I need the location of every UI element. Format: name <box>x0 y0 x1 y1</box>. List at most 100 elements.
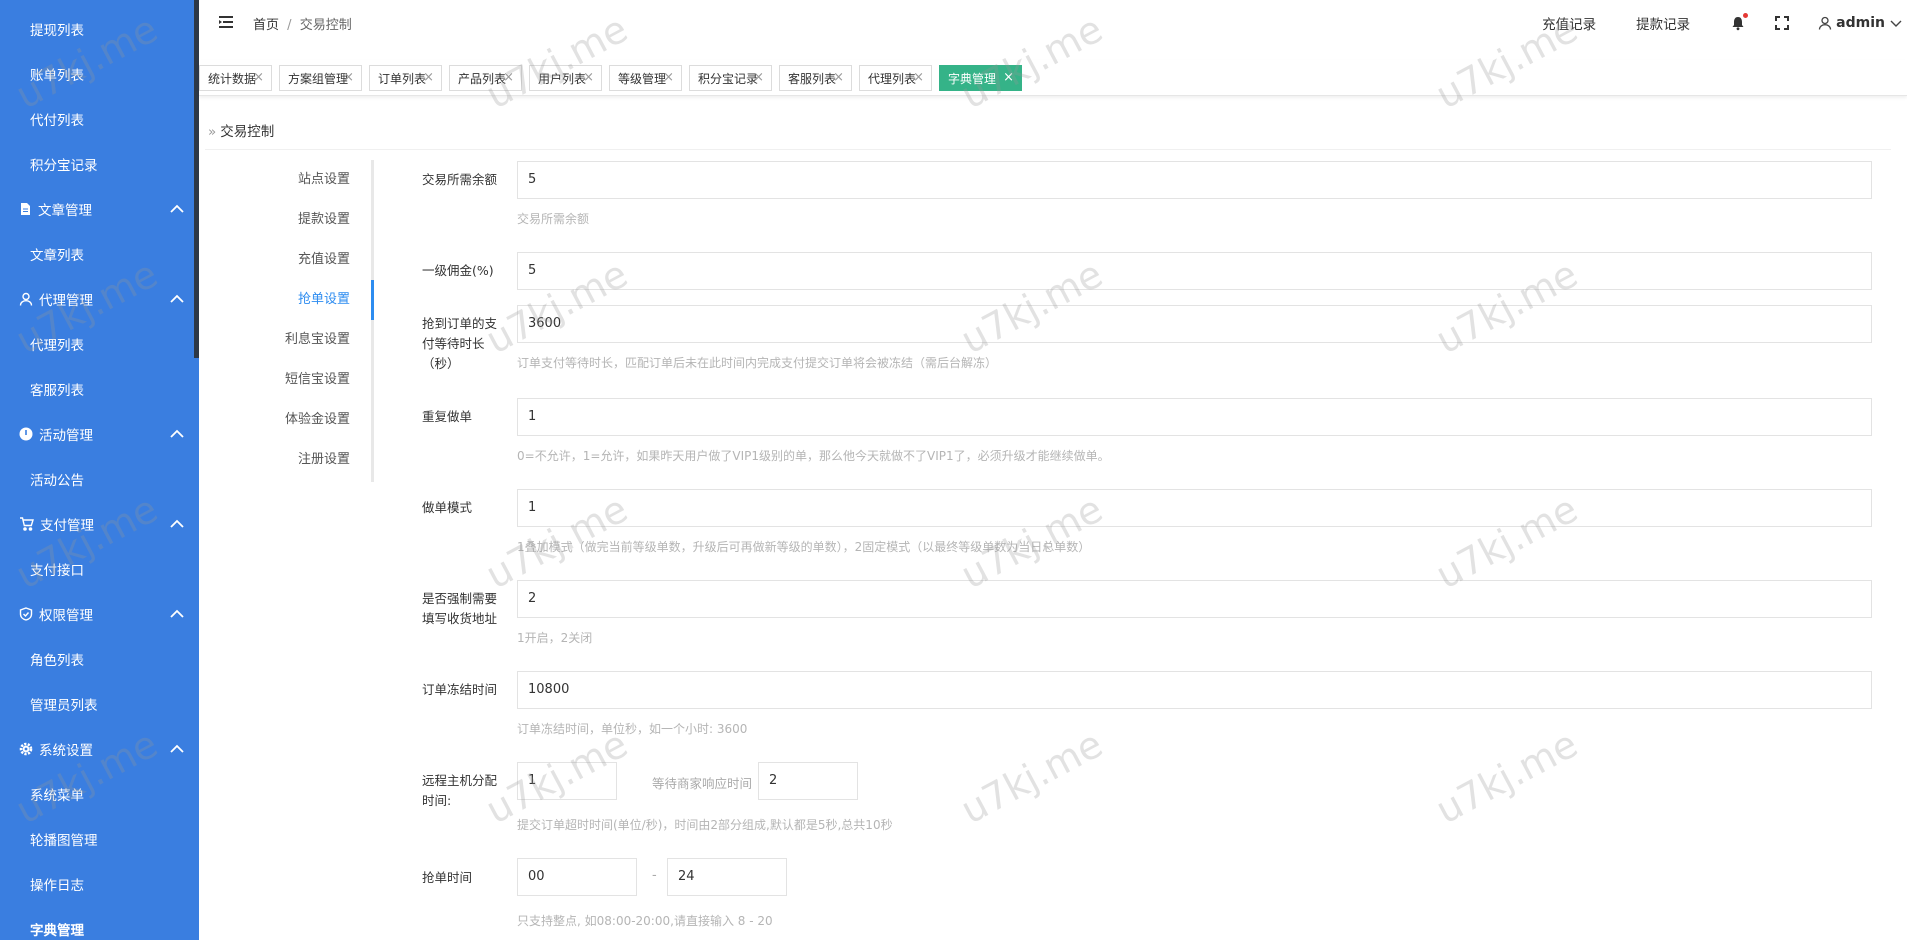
close-icon[interactable]: × <box>343 70 354 85</box>
withdraw-records-link[interactable]: 提款记录 <box>1636 13 1690 33</box>
tab-8[interactable]: 代理列表 × <box>859 65 932 91</box>
subnav-item-2[interactable]: 充值设置 <box>199 240 374 280</box>
order-mode-label: 做单模式 <box>422 500 473 515</box>
tab-label: 字典管理 <box>948 71 997 86</box>
close-icon[interactable]: × <box>503 70 514 85</box>
force-address-label: 是否强制需要填写收货地址 <box>422 591 498 626</box>
pay-wait-input[interactable]: 3600 <box>517 305 1872 343</box>
sidebar-item-label: 代理列表 <box>30 337 84 354</box>
wait-response-label: 等待商家响应时间 <box>652 776 753 791</box>
sidebar-group-label: 代理管理 <box>39 292 93 309</box>
top-header: 首页 / 交易控制 充值记录 提款记录 admin <box>199 0 1907 46</box>
min-balance-input[interactable]: 5 <box>517 161 1872 199</box>
commission-input[interactable]: 5 <box>517 252 1872 290</box>
sidebar-item-label: 账单列表 <box>30 67 84 84</box>
tab-3[interactable]: 产品列表 × <box>449 65 522 91</box>
document-icon <box>19 202 32 216</box>
sidebar-item-label: 操作日志 <box>30 877 84 894</box>
breadcrumb-current: 交易控制 <box>299 18 352 33</box>
sidebar-item-17[interactable]: 系统菜单 <box>0 771 199 816</box>
sidebar-item-0[interactable]: 提现列表 <box>0 6 199 51</box>
sidebar-item-label: 系统菜单 <box>30 787 84 804</box>
subnav-item-3[interactable]: 抢单设置 <box>199 280 374 320</box>
sidebar-item-7[interactable]: 代理列表 <box>0 321 199 366</box>
sidebar-group-9[interactable]: 活动管理 <box>0 411 199 456</box>
sidebar-item-2[interactable]: 代付列表 <box>0 96 199 141</box>
sidebar-item-1[interactable]: 账单列表 <box>0 51 199 96</box>
close-icon[interactable]: × <box>833 70 844 85</box>
sidebar-item-8[interactable]: 客服列表 <box>0 366 199 411</box>
wait-response-input[interactable]: 2 <box>758 762 858 800</box>
sidebar-item-18[interactable]: 轮播图管理 <box>0 816 199 861</box>
force-address-input[interactable]: 2 <box>517 580 1872 618</box>
close-icon[interactable]: × <box>583 70 594 85</box>
breadcrumb-separator: / <box>287 18 292 33</box>
tab-5[interactable]: 等级管理 × <box>609 65 682 91</box>
subnav-item-5[interactable]: 短信宝设置 <box>199 360 374 400</box>
subnav-item-7[interactable]: 注册设置 <box>199 440 374 480</box>
tab-0[interactable]: 统计数据 × <box>199 65 272 91</box>
bell-icon[interactable] <box>1730 13 1749 31</box>
sidebar-group-4[interactable]: 文章管理 <box>0 186 199 231</box>
tab-1[interactable]: 方案组管理 × <box>279 65 362 91</box>
menu-toggle-icon[interactable] <box>219 15 235 29</box>
sidebar-group-6[interactable]: 代理管理 <box>0 276 199 321</box>
page-title: » 交易控制 <box>208 120 274 140</box>
force-address-hint: 1开启，2关闭 <box>517 631 593 645</box>
sidebar-group-label: 活动管理 <box>39 427 93 444</box>
tab-4[interactable]: 用户列表 × <box>529 65 602 91</box>
tab-7[interactable]: 客服列表 × <box>779 65 852 91</box>
subnav-item-4[interactable]: 利息宝设置 <box>199 320 374 360</box>
subnav-item-0[interactable]: 站点设置 <box>199 160 374 200</box>
tab-2[interactable]: 订单列表 × <box>369 65 442 91</box>
sidebar-item-10[interactable]: 活动公告 <box>0 456 199 501</box>
grab-time-start-input[interactable]: 00 <box>517 858 637 896</box>
watermark: u7kj.me <box>1428 721 1585 833</box>
close-icon[interactable]: × <box>1003 70 1014 85</box>
close-icon[interactable]: × <box>753 70 764 85</box>
sidebar-item-5[interactable]: 文章列表 <box>0 231 199 276</box>
close-icon[interactable]: × <box>253 70 264 85</box>
sidebar-item-12[interactable]: 支付接口 <box>0 546 199 591</box>
sidebar-item-20[interactable]: 字典管理 <box>0 906 199 940</box>
tab-label: 方案组管理 <box>288 71 349 86</box>
sidebar: 提现列表账单列表代付列表 积分宝记录 文章管理文章列表代理管理代理列表客服列表活动管… <box>0 0 199 940</box>
sidebar-item-19[interactable]: 操作日志 <box>0 861 199 906</box>
subnav-active-indicator <box>371 280 374 320</box>
sidebar-item-label: 文章列表 <box>30 247 84 264</box>
sidebar-item-14[interactable]: 角色列表 <box>0 636 199 681</box>
recharge-records-link[interactable]: 充值记录 <box>1542 13 1596 33</box>
sidebar-item-15[interactable]: 管理员列表 <box>0 681 199 726</box>
sidebar-item-label: 支付接口 <box>30 562 84 579</box>
tab-6[interactable]: 积分宝记录 × <box>689 65 772 91</box>
sidebar-group-13[interactable]: 权限管理 <box>0 591 199 636</box>
tab-label: 客服列表 <box>788 71 837 86</box>
sidebar-item-3[interactable]: 积分宝记录 <box>0 141 199 186</box>
pay-wait-hint: 订单支付等待时长，匹配订单后未在此时间内完成支付提交订单将会被冻结（需后台解冻） <box>517 356 998 370</box>
close-icon[interactable]: × <box>423 70 434 85</box>
subnav-item-1[interactable]: 提款设置 <box>199 200 374 240</box>
user-icon <box>19 292 33 306</box>
repeat-order-input[interactable]: 1 <box>517 398 1872 436</box>
remote-host-input[interactable]: 1 <box>517 762 617 800</box>
sidebar-item-label: 提现列表 <box>30 22 84 39</box>
user-menu[interactable]: admin <box>1818 15 1903 31</box>
sidebar-group-16[interactable]: 系统设置 <box>0 726 199 771</box>
fullscreen-icon[interactable] <box>1774 15 1790 31</box>
tab-9[interactable]: 字典管理 × <box>939 65 1022 91</box>
grab-time-label: 抢单时间 <box>422 870 473 885</box>
chevron-down-icon <box>1890 20 1902 27</box>
settings-subnav: 站点设置 提款设置 充值设置 抢单设置 利息宝设置 短信宝设置 体验金设置 注册设置 <box>199 160 374 480</box>
close-icon[interactable]: × <box>663 70 674 85</box>
sidebar-group-11[interactable]: 支付管理 <box>0 501 199 546</box>
grab-time-end-input[interactable]: 24 <box>667 858 787 896</box>
breadcrumb-home[interactable]: 首页 <box>253 18 279 33</box>
chevron-up-icon <box>170 519 184 528</box>
subnav-item-6[interactable]: 体验金设置 <box>199 400 374 440</box>
freeze-time-input[interactable]: 10800 <box>517 671 1872 709</box>
order-mode-input[interactable]: 1 <box>517 489 1872 527</box>
chevron-up-icon <box>170 204 184 213</box>
double-chevron-icon: » <box>208 124 217 140</box>
order-mode-hint: 1叠加模式（做完当前等级单数，升级后可再做新等级的单数），2固定模式（以最终等级… <box>517 540 1091 554</box>
close-icon[interactable]: × <box>913 70 924 85</box>
